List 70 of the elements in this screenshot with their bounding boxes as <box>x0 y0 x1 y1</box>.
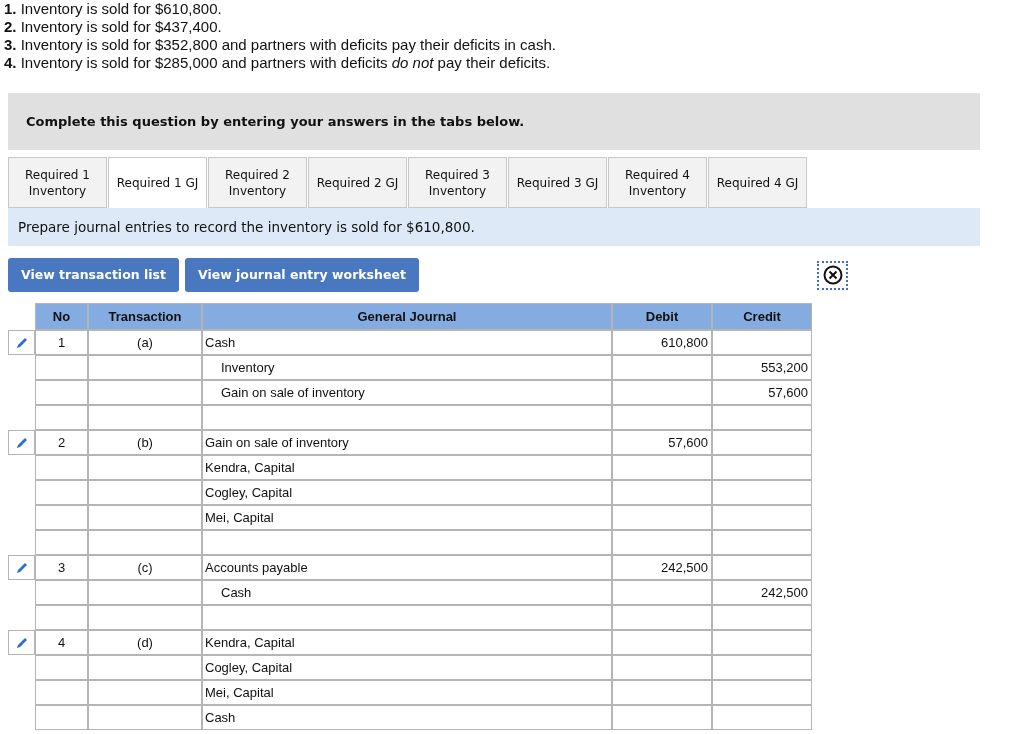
table-cell: 553,200 <box>712 355 812 380</box>
table-cell <box>35 355 88 380</box>
table-cell: Gain on sale of inventory <box>202 430 612 455</box>
tab[interactable]: Required 3 GJ <box>508 157 607 208</box>
table-cell: (b) <box>88 430 202 455</box>
view-button[interactable]: View journal entry worksheet <box>184 258 419 292</box>
edit-button[interactable] <box>8 330 35 355</box>
table-cell: (a) <box>88 330 202 355</box>
tab[interactable]: Required 4 Inventory <box>608 157 707 208</box>
table-cell: 57,600 <box>712 380 812 405</box>
column-header: Debit <box>612 303 712 330</box>
table-cell: Cash <box>202 580 612 605</box>
question-text: 3. Inventory is sold for $352,800 and partners with deficits pay their deficits in cash. <box>4 36 557 54</box>
table-cell: 242,500 <box>612 555 712 580</box>
table-cell: 3 <box>35 555 88 580</box>
table-cell <box>35 580 88 605</box>
edit-button[interactable] <box>8 555 35 580</box>
question-text: 2. Inventory is sold for $437,400. <box>4 18 223 36</box>
tab[interactable]: Required 2 GJ <box>308 157 407 208</box>
table-cell <box>35 455 88 480</box>
table-cell <box>35 605 88 630</box>
table-cell: 1 <box>35 330 88 355</box>
table-cell: Cash <box>202 705 612 730</box>
table-cell <box>35 680 88 705</box>
tab[interactable]: Required 4 GJ <box>708 157 807 208</box>
edit-button[interactable] <box>8 630 35 655</box>
question-text: 4. Inventory is sold for $285,000 and partners with deficits do not pay their deficits. <box>4 54 552 72</box>
column-header: No <box>35 303 88 330</box>
column-header: General Journal <box>202 303 612 330</box>
tab[interactable]: Required 1 GJ <box>108 157 207 208</box>
pencil-icon[interactable] <box>14 635 29 650</box>
table-cell: 57,600 <box>612 430 712 455</box>
view-button[interactable]: View transaction list <box>8 258 179 292</box>
close-button[interactable] <box>817 260 848 290</box>
table-cell <box>35 480 88 505</box>
edit-button[interactable] <box>8 430 35 455</box>
table-cell: Accounts payable <box>202 555 612 580</box>
table-cell <box>35 705 88 730</box>
table-cell <box>35 530 88 555</box>
table-cell: Cogley, Capital <box>202 655 612 680</box>
table-cell: 2 <box>35 430 88 455</box>
table-cell: Mei, Capital <box>202 505 612 530</box>
table-cell <box>35 405 88 430</box>
prompt-text: Prepare journal entries to record the inventory is sold for $610,800. <box>18 217 475 237</box>
table-cell: Cash <box>202 330 612 355</box>
pencil-icon[interactable] <box>14 560 29 575</box>
pencil-icon[interactable] <box>14 435 29 450</box>
table-cell: (c) <box>88 555 202 580</box>
tab[interactable]: Required 1 Inventory <box>8 157 107 208</box>
table-cell: Inventory <box>202 355 612 380</box>
table-cell: 610,800 <box>612 330 712 355</box>
column-header: Credit <box>712 303 812 330</box>
table-cell <box>35 655 88 680</box>
table-cell: Mei, Capital <box>202 680 612 705</box>
table-cell: 242,500 <box>712 580 812 605</box>
instruction-text: Complete this question by entering your answers in the tabs below. <box>26 112 525 131</box>
table-cell: Kendra, Capital <box>202 455 612 480</box>
close-icon <box>822 265 843 285</box>
tab[interactable]: Required 2 Inventory <box>208 157 307 208</box>
table-cell <box>35 505 88 530</box>
column-header: Transaction <box>88 303 202 330</box>
table-cell: Cogley, Capital <box>202 480 612 505</box>
table-cell: (d) <box>88 630 202 655</box>
table-cell <box>35 380 88 405</box>
table-cell: Gain on sale of inventory <box>202 380 612 405</box>
question-text: 1. Inventory is sold for $610,800. <box>4 0 223 18</box>
table-cell: 4 <box>35 630 88 655</box>
table-cell: Kendra, Capital <box>202 630 612 655</box>
pencil-icon[interactable] <box>14 335 29 350</box>
tab[interactable]: Required 3 Inventory <box>408 157 507 208</box>
